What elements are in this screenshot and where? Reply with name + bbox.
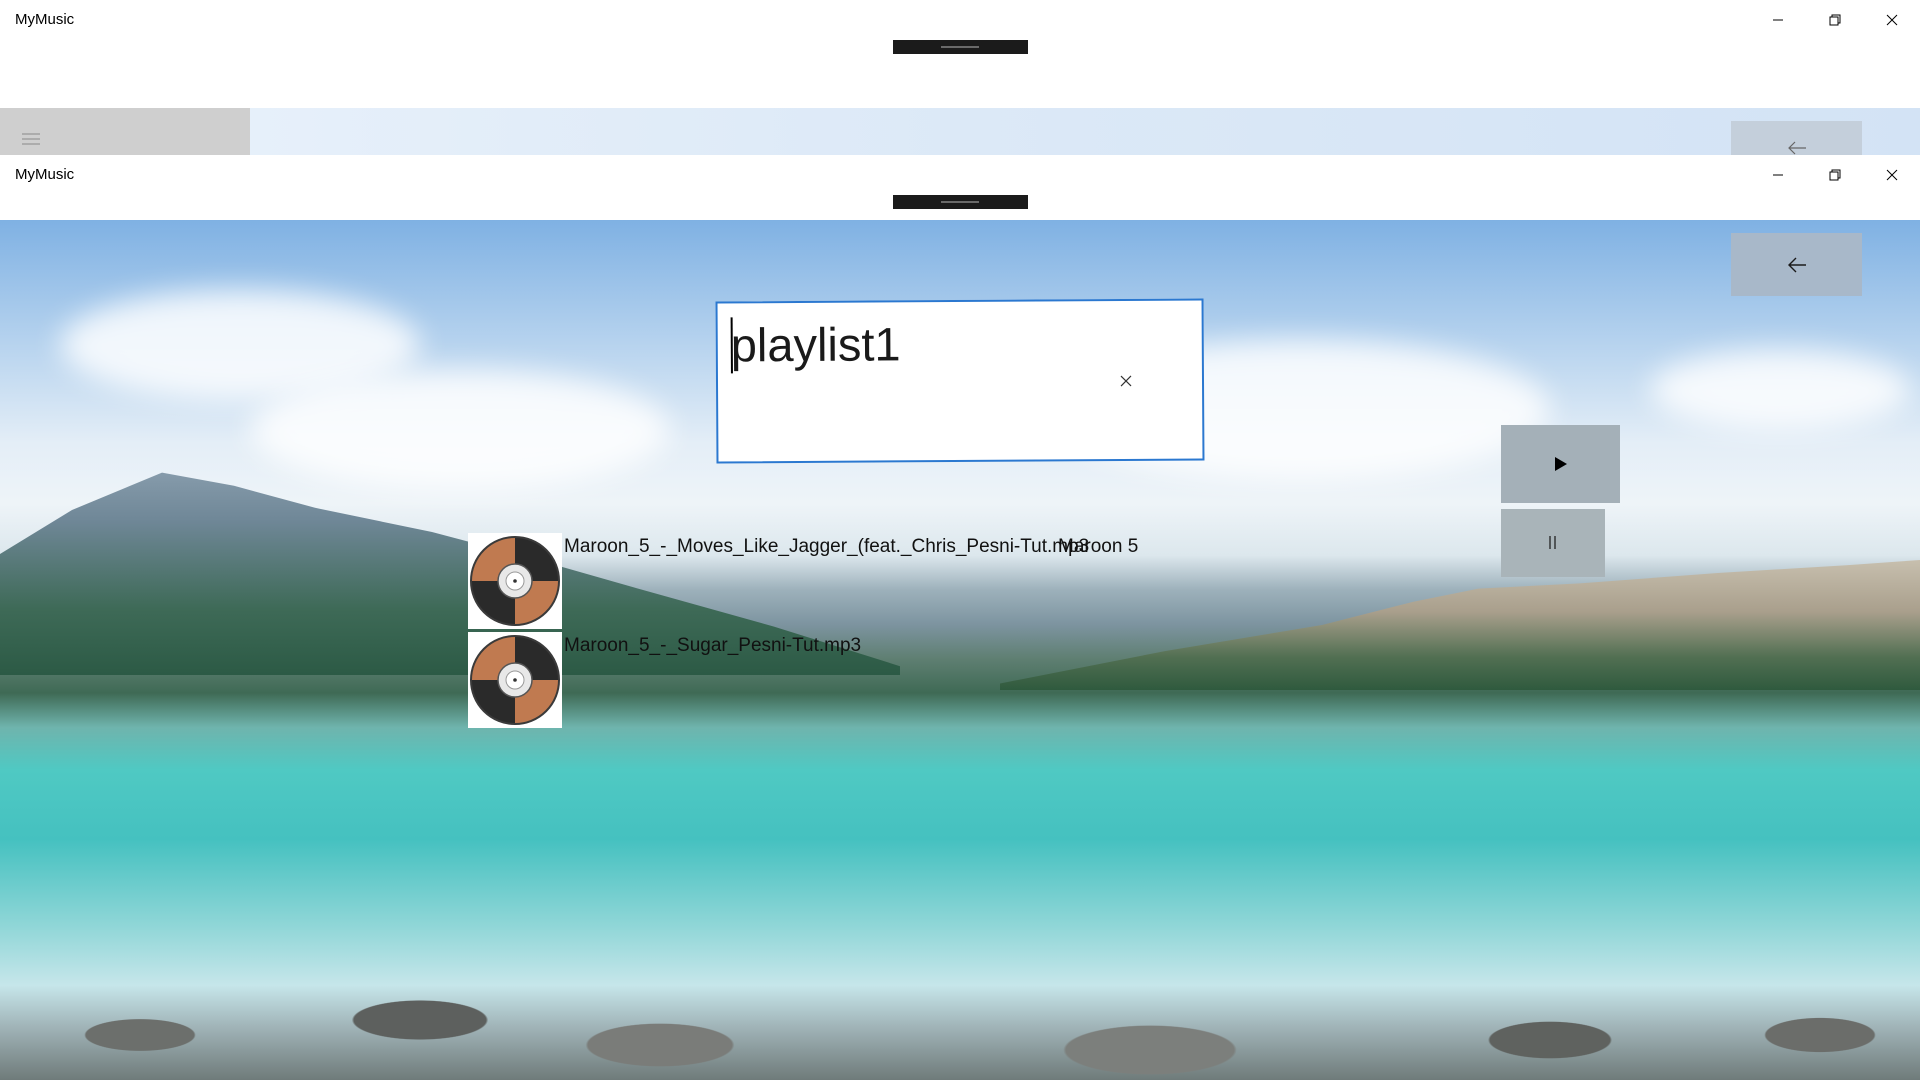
clear-icon [1120, 375, 1132, 387]
back-arrow-icon [1788, 257, 1806, 273]
restore-icon [1829, 169, 1840, 181]
track-title: Maroon_5_-_Moves_Like_Jagger_(feat._Chri… [564, 536, 1090, 557]
titlebar: MyMusic [0, 155, 1920, 220]
background-content [0, 108, 1920, 155]
minimize-button[interactable] [1749, 0, 1806, 40]
track-title: Maroon_5_-_Sugar_Pesni-Tut.mp3 [564, 635, 862, 656]
track-artist: Maroon 5 [1058, 536, 1139, 557]
restore-button[interactable] [1806, 155, 1863, 195]
back-arrow-icon [1788, 141, 1806, 155]
app-title: MyMusic [15, 11, 75, 28]
track-item[interactable]: Maroon_5_-_Moves_Like_Jagger_(feat._Chri… [468, 533, 1168, 629]
background-window: MyMusic [0, 0, 1920, 155]
minimize-button[interactable] [1749, 155, 1806, 195]
app-title: MyMusic [15, 166, 75, 183]
text-caret [730, 317, 733, 374]
track-thumbnail [468, 533, 562, 629]
restore-button[interactable] [1806, 0, 1863, 40]
pause-button[interactable] [1501, 509, 1605, 577]
close-button[interactable] [1863, 155, 1920, 195]
shore-rocks [0, 940, 1920, 1080]
cloud [250, 370, 670, 490]
hamburger-icon [22, 133, 40, 145]
close-icon [1886, 169, 1897, 181]
track-item[interactable]: Maroon_5_-_Sugar_Pesni-Tut.mp3 [468, 632, 868, 728]
minimize-icon [1772, 19, 1783, 21]
titlebar: MyMusic [0, 0, 1920, 108]
playlist-name-value: playlist1 [730, 317, 901, 372]
play-button[interactable] [1501, 425, 1620, 503]
restore-icon [1829, 14, 1840, 26]
window-controls [1749, 155, 1920, 195]
pause-icon [1549, 536, 1556, 549]
clear-text-button[interactable] [1119, 374, 1133, 388]
minimize-icon [1772, 174, 1783, 176]
track-thumbnail [468, 632, 562, 728]
hamburger-menu-button[interactable] [0, 108, 250, 155]
play-icon [1555, 457, 1567, 471]
vinyl-record-icon [470, 536, 560, 626]
close-icon [1886, 14, 1897, 26]
close-button[interactable] [1863, 0, 1920, 40]
vinyl-record-icon [470, 635, 560, 725]
back-button[interactable] [1731, 233, 1862, 296]
title-drag-bar[interactable] [893, 40, 1028, 54]
cloud [1650, 350, 1910, 430]
main-window: MyMusic playlist1 Maroon_5_-_Moves_Like_… [0, 155, 1920, 1080]
title-drag-bar[interactable] [893, 195, 1028, 209]
background-back-button[interactable] [1731, 121, 1862, 155]
window-controls [1749, 0, 1920, 40]
playlist-page: playlist1 Maroon_5_-_Moves_Like_Jagger_(… [0, 220, 1920, 1080]
playlist-name-input[interactable]: playlist1 [715, 298, 1205, 464]
